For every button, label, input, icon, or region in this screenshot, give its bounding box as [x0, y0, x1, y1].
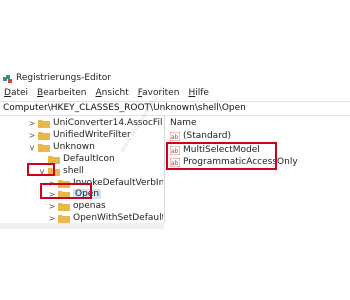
name-column-header[interactable]: Name — [170, 118, 197, 128]
svg-text:ab: ab — [171, 134, 179, 141]
tree-horizontal-scrollbar[interactable] — [0, 223, 164, 229]
menu-bar: Datei Bearbeiten Ansicht Favoriten Hilfe — [4, 88, 218, 100]
folder-icon — [38, 119, 50, 128]
registry-editor-window: Registrierungs-Editor Datei Bearbeiten A… — [0, 0, 350, 300]
chevron-right-icon[interactable]: > — [48, 202, 56, 211]
chevron-down-icon[interactable]: v — [28, 143, 36, 152]
tree-item-label: UnifiedWriteFilter — [53, 130, 131, 140]
value-name: (Standard) — [183, 131, 231, 141]
folder-icon — [58, 214, 70, 223]
string-value-icon: ab — [170, 131, 180, 141]
tree-item-label: shell — [63, 166, 84, 176]
highlight-shell-box — [27, 163, 55, 176]
tree-item-label: UniConverter14.AssocFile.USE — [53, 118, 163, 128]
menu-hilfe[interactable]: Hilfe — [188, 88, 209, 100]
folder-icon — [38, 131, 50, 140]
chevron-right-icon[interactable]: > — [28, 119, 36, 128]
tree-item-label: openas — [73, 201, 106, 211]
tree-item-label: DefaultIcon — [63, 154, 115, 164]
tree-item[interactable]: > UnifiedWriteFilter — [28, 129, 131, 141]
highlight-values-box — [166, 142, 277, 170]
chevron-right-icon[interactable]: > — [48, 214, 56, 223]
tree-item-label: Unknown — [53, 142, 95, 152]
pane-splitter[interactable] — [164, 115, 165, 223]
menu-ansicht[interactable]: Ansicht — [96, 88, 129, 100]
menu-bearbeiten[interactable]: Bearbeiten — [37, 88, 86, 100]
tree-item[interactable]: > OpenWithSetDefaultOn — [48, 212, 163, 223]
highlight-open-box — [40, 183, 92, 199]
tree-item-label: OpenWithSetDefaultOn — [73, 213, 163, 223]
chevron-right-icon[interactable]: > — [28, 131, 36, 140]
address-bar[interactable]: Computer\HKEY_CLASSES_ROOT\Unknown\shell… — [0, 101, 350, 116]
value-row[interactable]: ab (Standard) — [170, 130, 231, 142]
folder-open-icon — [38, 143, 50, 152]
registry-editor-icon — [3, 75, 12, 83]
tree-item-unknown[interactable]: v Unknown — [28, 141, 95, 153]
menu-datei[interactable]: Datei — [4, 88, 28, 100]
window-title: Registrierungs-Editor — [16, 73, 111, 83]
folder-icon — [58, 202, 70, 211]
tree-item[interactable]: > openas — [48, 200, 106, 212]
address-path[interactable]: Computer\HKEY_CLASSES_ROOT\Unknown\shell… — [3, 103, 246, 113]
title-bar: Registrierungs-Editor — [0, 72, 350, 86]
